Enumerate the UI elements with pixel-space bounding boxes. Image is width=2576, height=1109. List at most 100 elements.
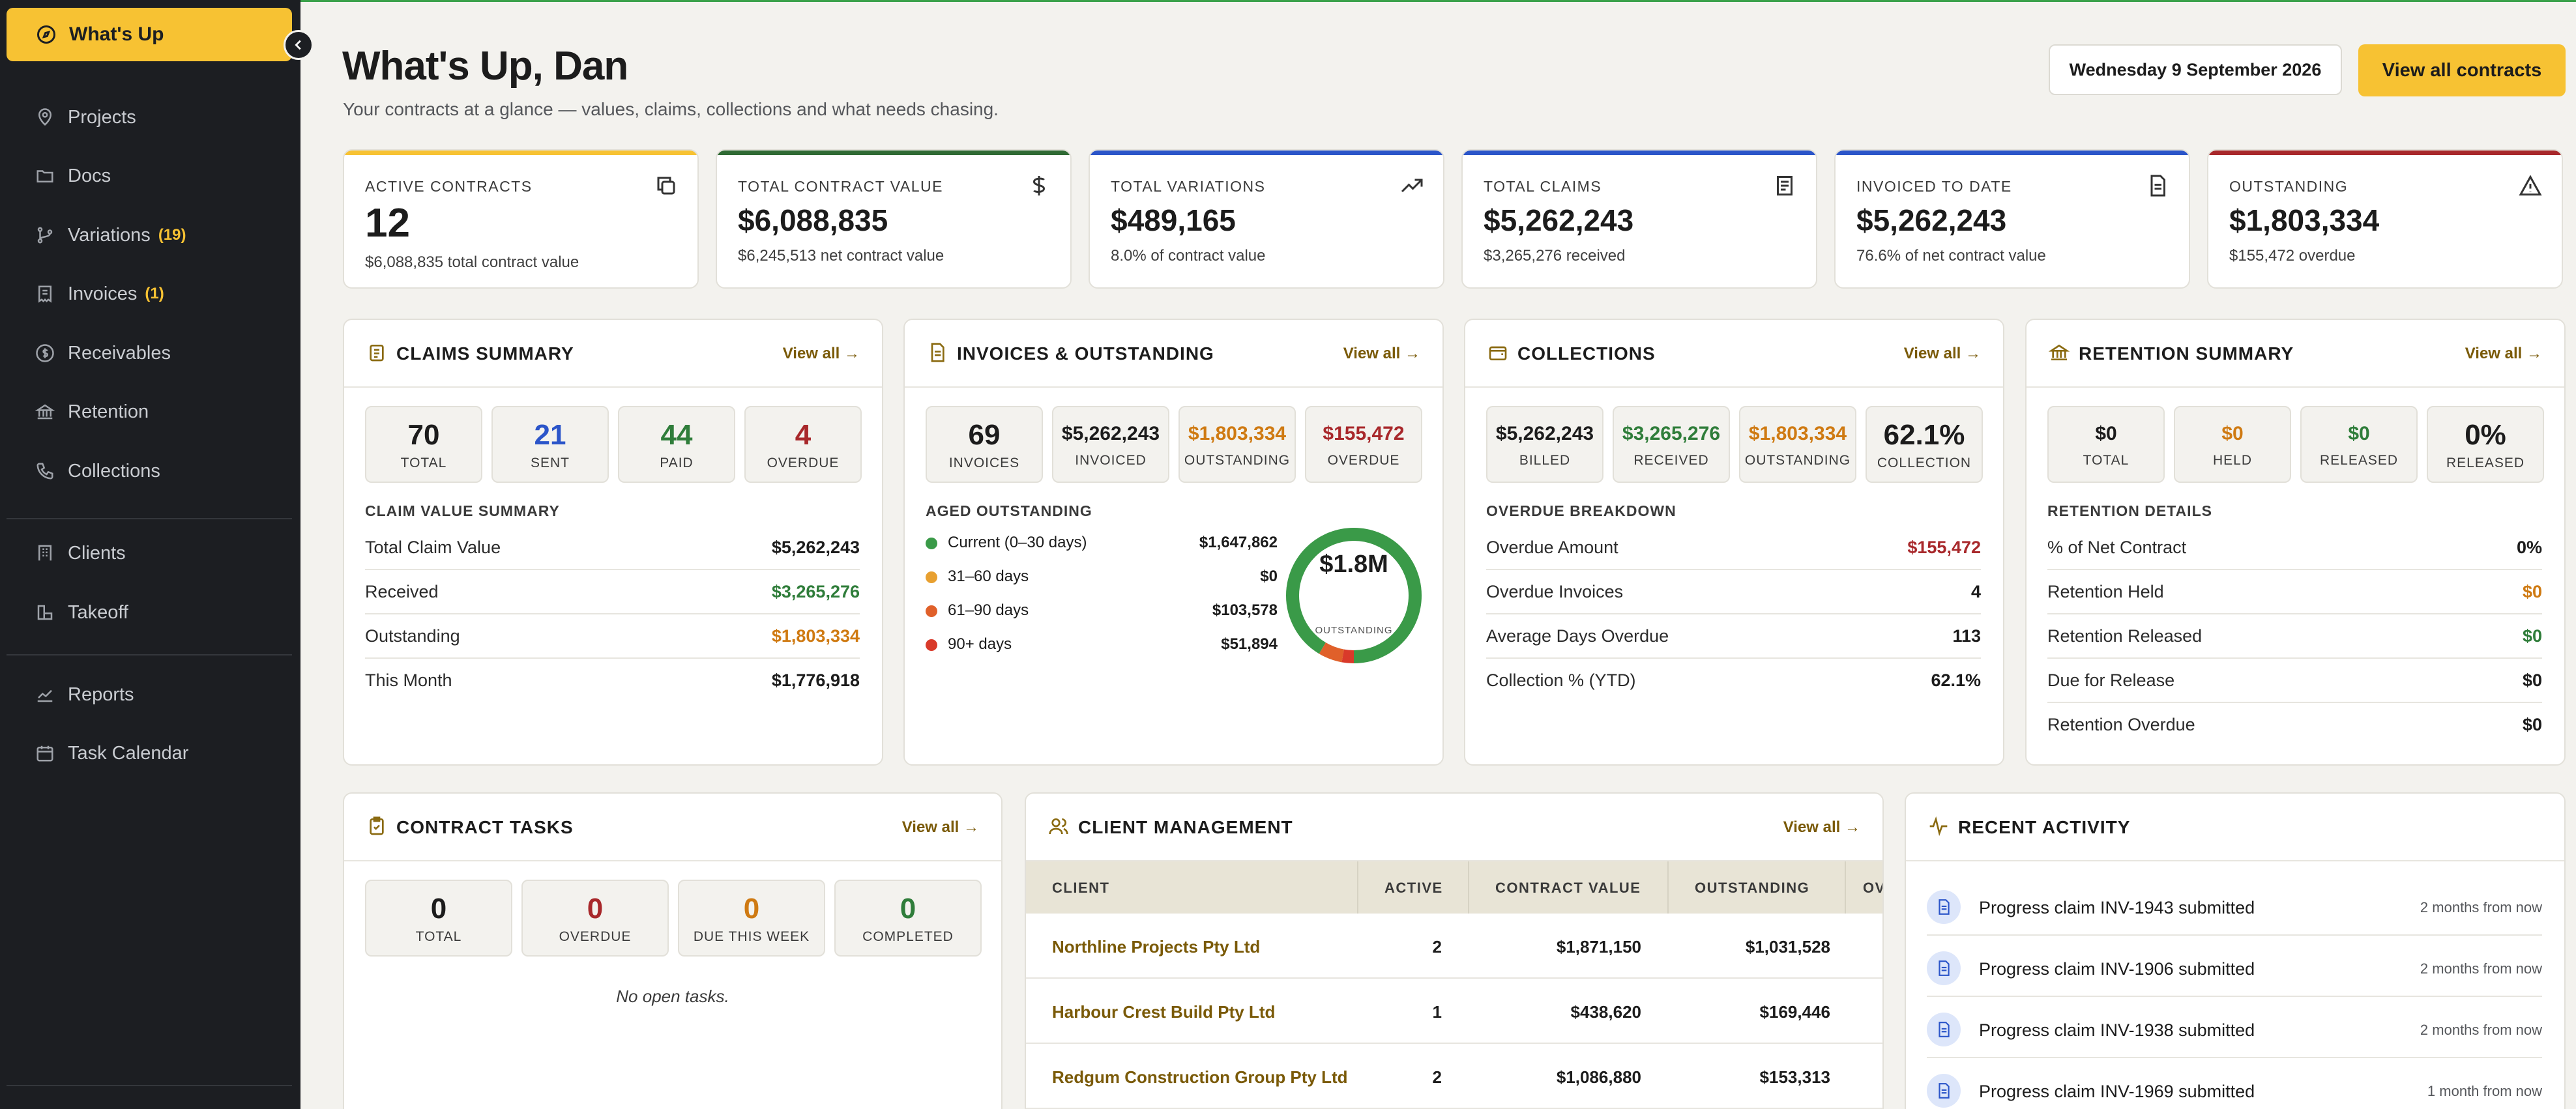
nav-item-collections[interactable]: Collections <box>35 455 160 487</box>
section-label: CLAIM VALUE SUMMARY <box>365 502 560 519</box>
nav-item-docs[interactable]: Docs <box>35 160 111 192</box>
tile-caption: RELEASED <box>2319 453 2399 468</box>
activity-text: Progress claim INV-1943 submitted <box>1979 898 2255 917</box>
view-all-contracts-button[interactable]: View all contracts <box>2358 44 2566 96</box>
activity-item[interactable]: Progress claim INV-1943 submitted 2 mont… <box>1927 874 2542 936</box>
tile-value: $5,262,243 <box>1061 423 1160 444</box>
nav-label: Projects <box>68 106 136 128</box>
claims-total-tile[interactable]: 70 TOTAL <box>365 406 482 483</box>
aged-row: 90+ days $51,894 <box>926 634 1278 660</box>
collections-billed-tile[interactable]: $5,262,243 BILLED <box>1486 406 1603 483</box>
stat-value: $5,262,243 <box>1856 203 2007 237</box>
column-header-contract-value[interactable]: CONTRACT VALUE <box>1495 880 1641 897</box>
stat-sub: $155,472 overdue <box>2229 247 2356 265</box>
retention-view-all-link[interactable]: View all → <box>2465 345 2542 363</box>
claims-overdue-tile[interactable]: 4 OVERDUE <box>744 406 862 483</box>
stat-card-active-contracts[interactable]: ACTIVE CONTRACTS 12 $6,088,835 total con… <box>343 149 699 289</box>
activity-item[interactable]: Progress claim INV-1938 submitted 2 mont… <box>1927 997 2542 1058</box>
activity-item[interactable]: Progress claim INV-1906 submitted 2 mont… <box>1927 936 2542 997</box>
collections-outstanding-tile[interactable]: $1,803,334 OUTSTANDING <box>1739 406 1856 483</box>
column-header-active[interactable]: ACTIVE <box>1384 880 1443 897</box>
invoices-outstanding-tile[interactable]: $1,803,334 OUTSTANDING <box>1178 406 1296 483</box>
page-subtitle: Your contracts at a glance — values, cla… <box>343 99 999 119</box>
client-active-count: 2 <box>1432 937 1442 957</box>
nav-item-task-calendar[interactable]: Task Calendar <box>35 737 188 770</box>
users-icon <box>1049 818 1068 835</box>
panel-header: CONTRACT TASKS View all → <box>344 794 1001 861</box>
aged-row: 61–90 days $103,578 <box>926 600 1278 626</box>
claims-view-all-link[interactable]: View all → <box>783 345 860 363</box>
retention-total-tile[interactable]: $0 TOTAL <box>2047 406 2165 483</box>
table-row[interactable]: Northline Projects Pty Ltd 2 $1,871,150 … <box>1026 914 1882 979</box>
tasks-overdue-tile[interactable]: 0 OVERDUE <box>521 880 669 957</box>
stat-card-total-contract-value[interactable]: TOTAL CONTRACT VALUE $6,088,835 $6,245,5… <box>716 149 1072 289</box>
clients-view-all-link[interactable]: View all → <box>1783 818 1860 837</box>
nav-item-reports[interactable]: Reports <box>35 678 134 711</box>
invoices-view-all-link[interactable]: View all → <box>1343 345 1420 363</box>
row-label: Received <box>365 582 439 601</box>
stat-label: TOTAL CONTRACT VALUE <box>738 178 943 195</box>
phone-icon <box>37 463 53 480</box>
nav-item-whats-up[interactable]: What's Up <box>7 8 292 61</box>
column-header-client[interactable]: CLIENT <box>1052 880 1109 897</box>
stat-card-outstanding[interactable]: OUTSTANDING $1,803,334 $155,472 overdue <box>2207 149 2563 289</box>
row-label: Outstanding <box>365 626 460 646</box>
invoices-overdue-tile[interactable]: $155,472 OVERDUE <box>1305 406 1422 483</box>
client-active-count: 2 <box>1432 1067 1442 1087</box>
nav-item-invoices[interactable]: Invoices (1) <box>35 278 164 310</box>
client-name-link[interactable]: Northline Projects Pty Ltd <box>1052 937 1260 957</box>
collections-rate-tile[interactable]: 62.1% COLLECTION <box>1866 406 1983 483</box>
client-name-link[interactable]: Redgum Construction Group Pty Ltd <box>1052 1067 1348 1087</box>
warning-icon <box>2519 175 2542 195</box>
section-label: OVERDUE BREAKDOWN <box>1486 502 1676 519</box>
column-header-overdue[interactable]: OV <box>1863 880 1882 897</box>
stat-card-invoiced-to-date[interactable]: INVOICED TO DATE $5,262,243 76.6% of net… <box>1834 149 2190 289</box>
tile-caption: OVERDUE <box>767 455 840 470</box>
table-row[interactable]: Harbour Crest Build Pty Ltd 1 $438,620 $… <box>1026 979 1882 1044</box>
retention-held-tile[interactable]: $0 HELD <box>2174 406 2291 483</box>
invoices-count-tile[interactable]: 69 INVOICES <box>926 406 1043 483</box>
row-label: Total Claim Value <box>365 538 501 557</box>
row-value: 0% <box>2516 538 2542 557</box>
copy-icon <box>657 177 675 195</box>
nav-label: Task Calendar <box>68 742 189 764</box>
summary-row: Collection % (YTD) 62.1% <box>1486 660 1981 703</box>
dollar-icon <box>1032 176 1046 195</box>
panel-title: INVOICES & OUTSTANDING <box>957 343 1214 364</box>
nav-item-retention[interactable]: Retention <box>35 396 149 428</box>
column-header-outstanding[interactable]: OUTSTANDING <box>1695 880 1809 897</box>
tasks-view-all-link[interactable]: View all → <box>902 818 979 837</box>
nav-item-projects[interactable]: Projects <box>35 101 136 134</box>
client-outstanding: $1,031,528 <box>1745 937 1830 957</box>
tile-caption: INVOICED <box>1075 453 1147 468</box>
contract-tasks-panel: CONTRACT TASKS View all → 0 TOTAL 0 OVERDU… <box>343 792 1003 1109</box>
collapse-sidebar-button[interactable] <box>284 30 314 60</box>
nav-item-clients[interactable]: Clients <box>35 537 126 569</box>
clipboard-check-icon <box>370 816 384 835</box>
tasks-total-tile[interactable]: 0 TOTAL <box>365 880 512 957</box>
tasks-completed-tile[interactable]: 0 COMPLETED <box>834 880 982 957</box>
claims-sent-tile[interactable]: 21 SENT <box>491 406 609 483</box>
stat-value: 12 <box>365 201 410 246</box>
summary-row: Due for Release $0 <box>2047 660 2542 703</box>
collections-received-tile[interactable]: $3,265,276 RECEIVED <box>1613 406 1730 483</box>
collections-view-all-link[interactable]: View all → <box>1904 345 1981 363</box>
tile-caption: HELD <box>2212 453 2253 468</box>
retention-released-tile[interactable]: $0 RELEASED <box>2300 406 2418 483</box>
activity-item[interactable]: Progress claim INV-1969 submitted 1 mont… <box>1927 1058 2542 1109</box>
retention-released-percent-tile[interactable]: 0% RELEASED <box>2427 406 2544 483</box>
invoices-invoiced-tile[interactable]: $5,262,243 INVOICED <box>1052 406 1169 483</box>
nav-item-receivables[interactable]: Receivables <box>35 337 171 369</box>
nav-label: Variations <box>68 224 151 246</box>
stat-card-total-claims[interactable]: TOTAL CLAIMS $5,262,243 $3,265,276 recei… <box>1461 149 1817 289</box>
client-management-panel: CLIENT MANAGEMENT View all → CLIENT ACTI… <box>1025 792 1884 1109</box>
nav-item-variations[interactable]: Variations (19) <box>35 219 186 252</box>
tasks-due-this-week-tile[interactable]: 0 DUE THIS WEEK <box>678 880 825 957</box>
table-row[interactable]: Redgum Construction Group Pty Ltd 2 $1,0… <box>1026 1044 1882 1109</box>
client-name-link[interactable]: Harbour Crest Build Pty Ltd <box>1052 1002 1275 1022</box>
stat-card-total-variations[interactable]: TOTAL VARIATIONS $489,165 8.0% of contra… <box>1089 149 1444 289</box>
tile-value: 0 <box>587 893 604 925</box>
tile-caption: TOTAL <box>400 455 447 470</box>
claims-paid-tile[interactable]: 44 PAID <box>618 406 735 483</box>
nav-item-takeoff[interactable]: Takeoff <box>35 596 128 629</box>
